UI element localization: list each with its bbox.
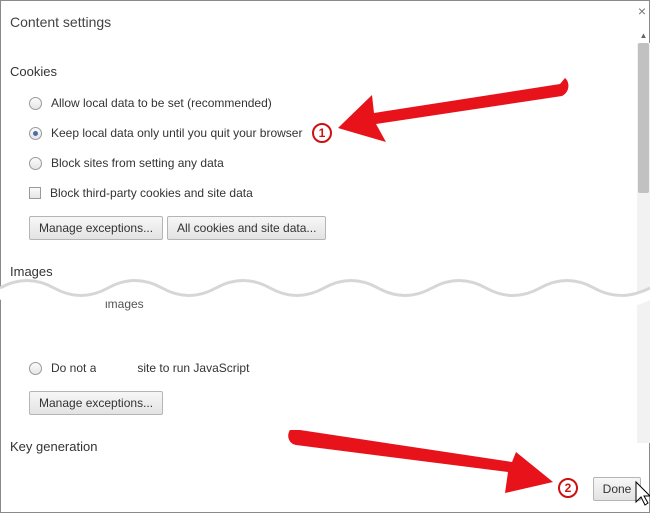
callout-1-badge: 1 [312,123,332,143]
callout-2-badge: 2 [558,478,578,498]
arrow-1 [338,78,569,142]
arrow-2 [288,430,553,493]
mouse-cursor-icon [635,480,650,506]
annotation-arrows [288,78,650,506]
